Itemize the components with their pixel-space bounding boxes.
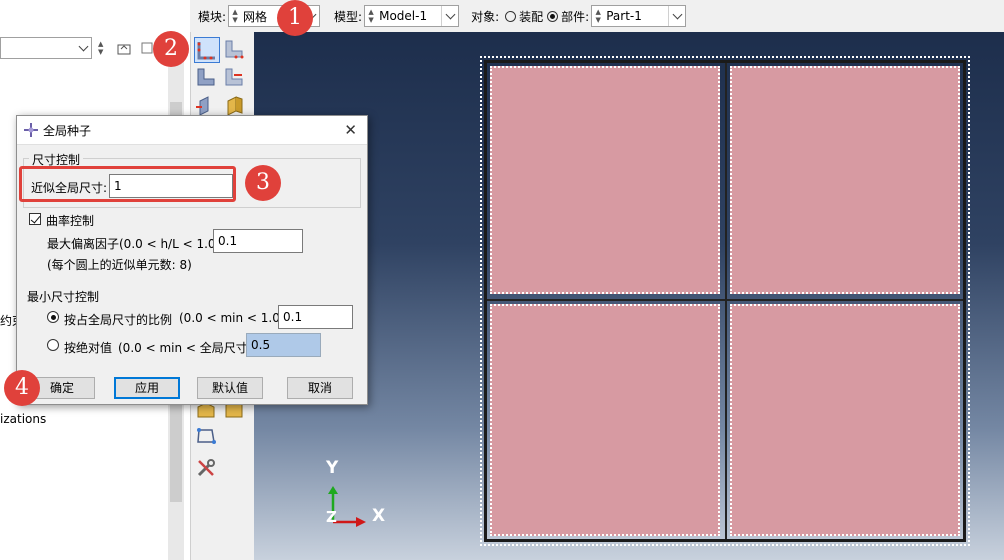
curvature-checkbox[interactable] bbox=[29, 213, 41, 225]
callout-badge: 1 bbox=[277, 0, 313, 36]
mesh-control-icon[interactable] bbox=[194, 65, 218, 89]
spin-arrows-icon[interactable]: ▲ ▼ bbox=[594, 8, 602, 24]
seed-part-icon[interactable] bbox=[194, 37, 220, 63]
chevron-down-icon[interactable] bbox=[441, 6, 458, 26]
highlight-box bbox=[19, 166, 236, 202]
by-absolute-input[interactable]: 0.5 bbox=[246, 333, 321, 357]
max-deviation-input[interactable]: 0.1 bbox=[213, 229, 303, 253]
by-fraction-radio[interactable] bbox=[47, 311, 59, 323]
by-absolute-radio[interactable] bbox=[47, 339, 59, 351]
axis-x-label: X bbox=[372, 506, 386, 526]
part-select[interactable]: ▲ ▼ Part-1 bbox=[591, 5, 687, 27]
module-label: 模块: bbox=[198, 9, 227, 24]
edit-mesh-icon[interactable] bbox=[194, 424, 218, 448]
spin-arrows-icon[interactable]: ▲ ▼ bbox=[367, 8, 375, 24]
by-fraction-input[interactable]: 0.1 bbox=[278, 305, 353, 329]
close-icon[interactable]: ✕ bbox=[344, 121, 357, 139]
partition-line bbox=[487, 299, 963, 301]
chevron-down-icon[interactable] bbox=[668, 6, 685, 26]
part-value: Part-1 bbox=[606, 9, 642, 23]
by-fraction-range: (0.0 < min < 1.0) bbox=[179, 311, 285, 325]
dialog-titlebar[interactable]: 全局种子 ✕ bbox=[17, 116, 367, 145]
cancel-button[interactable]: 取消 bbox=[287, 377, 353, 399]
by-fraction-label: 按占全局尺寸的比例 bbox=[64, 313, 173, 327]
verify-mesh-icon[interactable] bbox=[222, 93, 246, 117]
assembly-label: 装配 bbox=[519, 9, 544, 24]
object-label: 对象: bbox=[471, 9, 500, 24]
axis-y-label: Y bbox=[326, 458, 339, 478]
tree-item-fragment[interactable]: izations bbox=[0, 412, 46, 426]
curvature-label: 曲率控制 bbox=[46, 214, 95, 228]
seed-app-icon bbox=[24, 123, 38, 137]
defaults-button[interactable]: 默认值 bbox=[197, 377, 263, 399]
max-deviation-label: 最大偏离因子(0.0 < h/L < 1.0): bbox=[47, 237, 225, 251]
mesh-region bbox=[730, 304, 960, 536]
tree-tools-icon[interactable] bbox=[116, 40, 156, 56]
axis-z-label: Z bbox=[326, 508, 337, 526]
assembly-radio[interactable] bbox=[505, 10, 517, 22]
circle-elements-note: (每个圆上的近似单元数: 8) bbox=[47, 258, 192, 272]
global-seeds-dialog: 全局种子 ✕ 尺寸控制 近似全局尺寸: 1 曲率控制 最大偏离因子(0.0 < … bbox=[16, 115, 368, 405]
element-type-icon[interactable] bbox=[222, 65, 246, 89]
spin-arrows-icon[interactable]: ▲ ▼ bbox=[98, 40, 103, 56]
apply-button[interactable]: 应用 bbox=[114, 377, 180, 399]
mesh-region bbox=[490, 304, 720, 536]
by-absolute-label: 按绝对值 bbox=[64, 341, 113, 355]
part-mesh[interactable] bbox=[480, 56, 970, 546]
part-radio[interactable] bbox=[547, 10, 559, 22]
tree-filter-select[interactable] bbox=[0, 37, 92, 59]
min-size-title: 最小尺寸控制 bbox=[27, 290, 100, 304]
mesh-part-icon[interactable] bbox=[194, 93, 218, 117]
callout-badge: 4 bbox=[4, 370, 40, 406]
spin-arrows-icon[interactable]: ▲ ▼ bbox=[231, 8, 239, 24]
model-value: Model-1 bbox=[379, 9, 428, 23]
callout-badge: 2 bbox=[153, 31, 189, 67]
tools-icon[interactable] bbox=[194, 456, 218, 480]
partition-line bbox=[725, 63, 727, 539]
seed-edge-icon[interactable] bbox=[222, 37, 246, 61]
mesh-region bbox=[730, 66, 960, 294]
dialog-title: 全局种子 bbox=[43, 123, 92, 138]
model-select[interactable]: ▲ ▼ Model-1 bbox=[364, 5, 460, 27]
by-absolute-range: (0.0 < min < 全局尺寸) bbox=[118, 341, 253, 355]
callout-badge: 3 bbox=[245, 165, 281, 201]
chevron-down-icon[interactable] bbox=[75, 38, 91, 58]
part-label: 部件: bbox=[561, 9, 590, 24]
model-label: 模型: bbox=[334, 9, 363, 24]
mesh-region bbox=[490, 66, 720, 294]
